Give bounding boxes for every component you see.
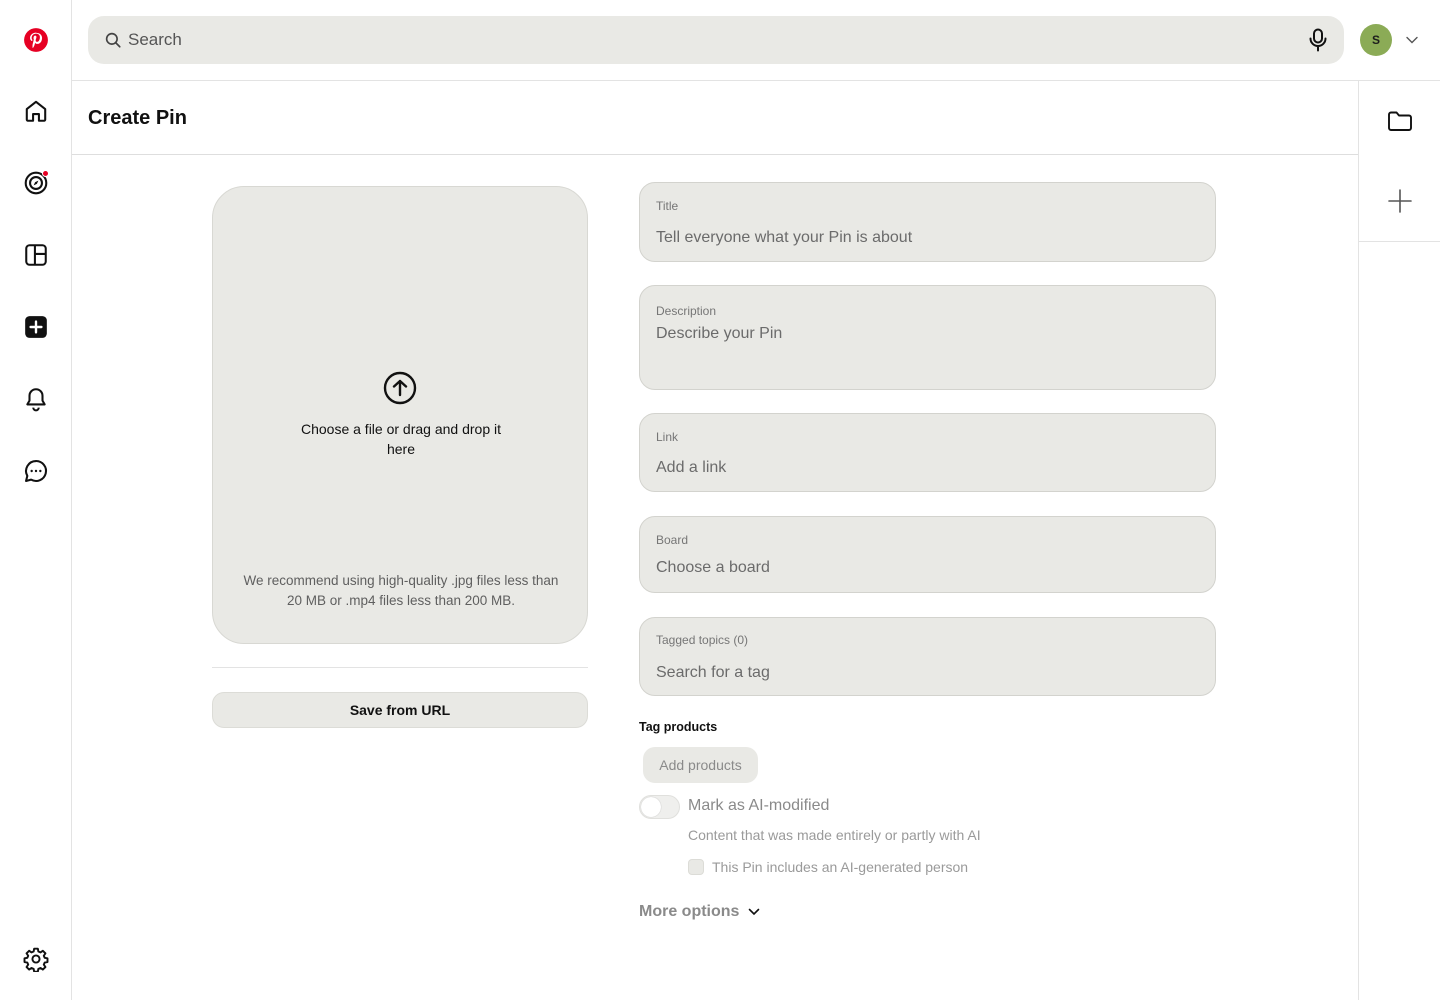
- upload-dropzone[interactable]: Choose a file or drag and drop it here W…: [212, 186, 588, 644]
- search-input[interactable]: [128, 16, 1278, 64]
- pinterest-logo-icon[interactable]: [14, 18, 58, 62]
- ai-modified-description: Content that was made entirely or partly…: [688, 827, 981, 843]
- description-field-label: Description: [656, 304, 717, 318]
- upload-arrow-icon: [383, 371, 417, 405]
- link-field-label: Link: [656, 430, 679, 444]
- divider: [1359, 241, 1440, 242]
- chat-icon[interactable]: [14, 449, 58, 493]
- board-selected-value: Choose a board: [656, 559, 770, 576]
- search-icon: [105, 32, 121, 48]
- description-field[interactable]: Description: [639, 285, 1216, 390]
- title-input[interactable]: [656, 227, 1196, 249]
- title-field[interactable]: Title: [639, 182, 1216, 262]
- link-input[interactable]: [656, 457, 1196, 479]
- upload-hint: We recommend using high-quality .jpg fil…: [243, 573, 559, 608]
- search-bar[interactable]: [88, 16, 1344, 64]
- bell-icon[interactable]: [14, 377, 58, 421]
- upload-prompt: Choose a file or drag and drop it here: [300, 421, 501, 457]
- ai-modified-label: Mark as AI-modified: [688, 797, 830, 814]
- ai-person-checkbox-label: This Pin includes an AI-generated person: [712, 859, 969, 875]
- toggle-knob: [641, 797, 661, 817]
- home-icon[interactable]: [14, 89, 58, 133]
- plus-square-icon[interactable]: [14, 305, 58, 349]
- gear-icon[interactable]: [14, 937, 58, 981]
- left-nav-rail: [0, 0, 72, 1000]
- chevron-down-icon: [749, 908, 760, 916]
- page-header: Create Pin: [72, 80, 1359, 155]
- add-draft-button[interactable]: [1359, 161, 1440, 241]
- title-field-label: Title: [656, 199, 679, 213]
- board-field-label: Board: [656, 533, 689, 547]
- chevron-down-icon[interactable]: [1404, 32, 1420, 48]
- folder-icon: [1388, 111, 1412, 131]
- boards-icon[interactable]: [14, 233, 58, 277]
- more-options-button[interactable]: More options: [639, 903, 761, 921]
- drafts-panel: [1358, 80, 1440, 1000]
- tag-search-input[interactable]: [656, 662, 1196, 684]
- more-options-label: More options: [639, 903, 740, 920]
- notification-dot: [42, 170, 49, 177]
- board-dropdown[interactable]: Board Choose a board: [639, 516, 1216, 593]
- microphone-icon[interactable]: [1306, 28, 1330, 52]
- top-bar: S: [72, 0, 1440, 80]
- compass-icon[interactable]: [14, 161, 58, 205]
- ai-person-checkbox[interactable]: [688, 859, 704, 875]
- ai-modified-toggle[interactable]: [639, 795, 680, 819]
- tagged-topics-field[interactable]: Tagged topics (0): [639, 617, 1216, 696]
- tagged-topics-label: Tagged topics (0): [656, 633, 749, 647]
- divider: [212, 667, 588, 668]
- link-field[interactable]: Link: [639, 413, 1216, 492]
- save-from-url-button[interactable]: Save from URL: [212, 692, 588, 728]
- drafts-folder-button[interactable]: [1359, 81, 1440, 161]
- description-input[interactable]: [656, 325, 1196, 375]
- page-title: Create Pin: [88, 107, 187, 129]
- tag-products-label: Tag products: [639, 720, 718, 734]
- plus-icon: [1388, 189, 1412, 213]
- avatar[interactable]: S: [1360, 24, 1392, 56]
- add-products-button[interactable]: Add products: [643, 747, 758, 783]
